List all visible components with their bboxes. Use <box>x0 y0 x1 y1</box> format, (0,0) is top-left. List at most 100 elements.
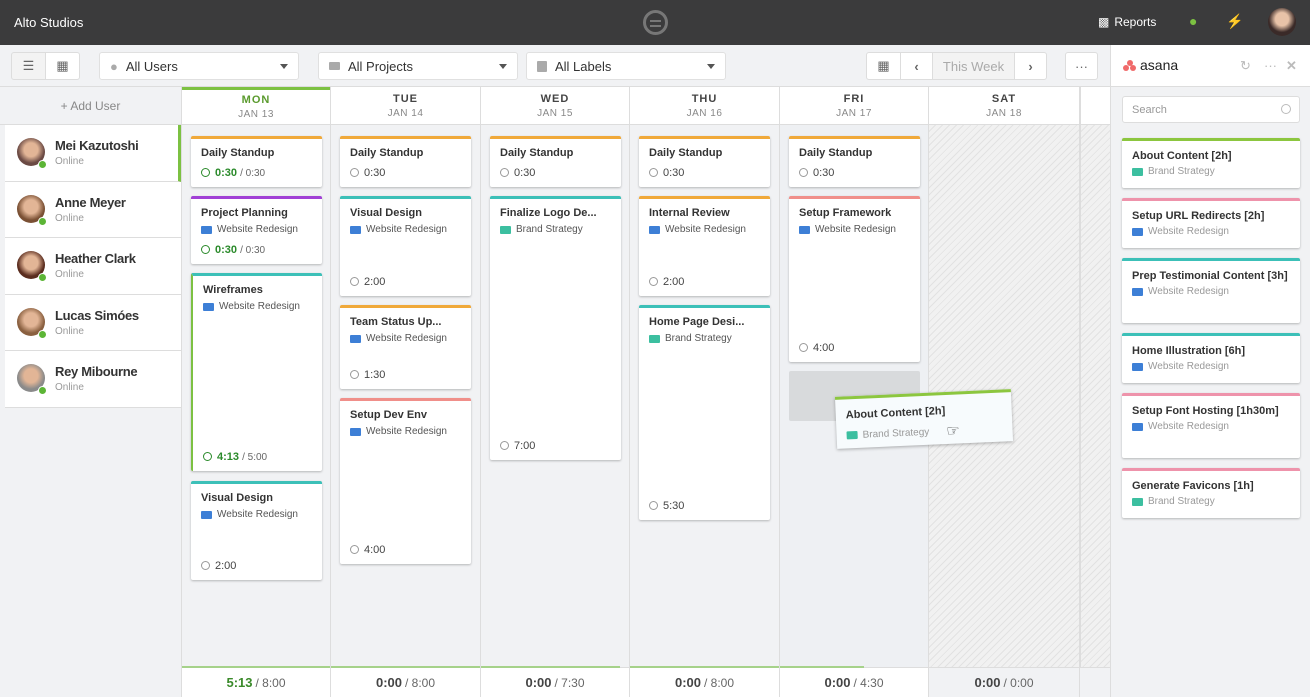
user-status: Online <box>55 325 84 337</box>
task-project: Brand Strategy <box>516 224 583 235</box>
clock-icon <box>350 168 359 177</box>
task-card[interactable]: Team Status Up... Website Redesign 1:30 <box>340 305 471 389</box>
day-date: JAN 18 <box>986 108 1022 119</box>
asana-task-card[interactable]: Generate Favicons [1h] Brand Strategy <box>1122 468 1300 518</box>
calendar-button[interactable]: ▦ <box>866 52 901 80</box>
prev-week-button[interactable]: ‹ <box>900 52 933 80</box>
sidebar-user[interactable]: Anne Meyer Online <box>5 181 181 238</box>
task-card[interactable]: Setup Framework Website Redesign 4:00 <box>789 196 920 362</box>
clock-icon <box>649 501 658 510</box>
user-name: Heather Clark <box>55 251 136 266</box>
grid-view-button[interactable]: ▦ <box>45 52 80 80</box>
day-date: JAN 13 <box>238 109 274 120</box>
day-column-tue: TUE JAN 14 Daily Standup 0:30 Visual Design… <box>331 87 481 697</box>
refresh-icon[interactable]: ↻ <box>1240 58 1251 74</box>
day-total: 0:00/ 4:30 <box>780 666 928 697</box>
task-duration: 0:30 <box>649 167 684 179</box>
user-icon[interactable]: ● <box>1189 13 1197 29</box>
asana-task-card[interactable]: Prep Testimonial Content [3h] Website Red… <box>1122 258 1300 323</box>
folder-icon <box>649 334 660 343</box>
logged-time: 0:00 <box>525 675 552 690</box>
workspace-title: Alto Studios <box>14 15 84 30</box>
task-card[interactable]: Internal Review Website Redesign 2:00 <box>639 196 770 296</box>
chevron-down-icon <box>499 64 507 73</box>
task-title: Wireframes <box>203 284 263 296</box>
sidebar-user[interactable]: Rey Mibourne Online <box>5 351 181 408</box>
task-card[interactable]: Visual Design Website Redesign 2:00 <box>340 196 471 296</box>
logged-time: 0:00 <box>674 675 701 690</box>
day-column-mon: MON JAN 13 Daily Standup 0:30 / 0:30 Projec… <box>182 87 331 697</box>
task-title: Daily Standup <box>500 147 574 159</box>
projects-filter[interactable]: All Projects <box>318 52 518 80</box>
task-title: Internal Review <box>649 207 730 219</box>
asana-task-card[interactable]: Setup Font Hosting [1h30m] Website Redesi… <box>1122 393 1300 458</box>
task-duration: 4:00 <box>350 544 385 556</box>
search-input[interactable]: Search <box>1122 96 1300 123</box>
capacity-time: 8:00 <box>411 675 436 690</box>
task-card[interactable]: Setup Dev Env Website Redesign 4:00 <box>340 398 471 564</box>
task-card[interactable]: Daily Standup 0:30 <box>789 136 920 187</box>
app-logo-icon[interactable] <box>643 10 668 35</box>
more-icon[interactable]: ··· <box>1264 58 1277 73</box>
capacity-bar <box>331 666 480 668</box>
more-button[interactable]: ··· <box>1065 52 1098 80</box>
task-card[interactable]: Home Page Desi... Brand Strategy 5:30 <box>639 305 770 520</box>
task-project: Website Redesign <box>217 224 298 235</box>
sidebar-user[interactable]: Lucas Simóes Online <box>5 294 181 351</box>
day-column-fri: FRI JAN 17 Daily Standup 0:30 Setup Framewo… <box>780 87 929 697</box>
users-filter[interactable]: ● All Users <box>99 52 299 80</box>
task-duration: 7:00 <box>500 440 535 452</box>
task-duration: 1:30 <box>350 369 385 381</box>
asana-task-card[interactable]: Setup URL Redirects [2h] Website Redesign <box>1122 198 1300 248</box>
user-name: Lucas Simóes <box>55 307 139 323</box>
logged-time: 0:00 <box>375 675 402 690</box>
task-card[interactable]: Finalize Logo De... Brand Strategy 7:00 <box>490 196 621 460</box>
task-card[interactable]: Project Planning Website Redesign 0:30 / 0… <box>191 196 322 264</box>
task-card[interactable]: Daily Standup 0:30 / 0:30 <box>191 136 322 187</box>
task-title: About Content [2h] <box>845 405 946 422</box>
asana-task-card[interactable]: Home Illustration [6h] Website Redesign <box>1122 333 1300 383</box>
footer-filler <box>1080 667 1110 697</box>
asana-task-card[interactable]: About Content [2h] Brand Strategy <box>1122 138 1300 188</box>
chevron-down-icon <box>707 64 715 73</box>
close-icon[interactable]: ✕ <box>1286 58 1297 74</box>
reports-icon: ▩ <box>1098 15 1110 29</box>
task-title: About Content [2h] <box>1132 150 1232 162</box>
task-duration: 0:30 <box>350 167 385 179</box>
day-total: 0:00/ 0:00 <box>929 667 1079 697</box>
task-project: Website Redesign <box>219 301 300 312</box>
folder-icon <box>1132 167 1143 176</box>
task-card[interactable]: Daily Standup 0:30 <box>490 136 621 187</box>
online-status-icon <box>38 160 47 169</box>
folder-icon <box>201 510 212 519</box>
this-week-button[interactable]: This Week <box>932 52 1015 80</box>
task-title: Finalize Logo De... <box>500 207 597 219</box>
next-week-button[interactable]: › <box>1014 52 1047 80</box>
task-title: Daily Standup <box>649 147 723 159</box>
users-filter-value: All Users <box>125 58 178 74</box>
task-card[interactable]: Wireframes Website Redesign 4:13 / 5:00 <box>191 273 322 471</box>
list-view-button[interactable]: ☰ <box>11 52 46 80</box>
day-header: MON JAN 13 <box>182 87 330 125</box>
sidebar-user[interactable]: Mei Kazutoshi Online <box>5 125 181 182</box>
online-status-icon <box>38 386 47 395</box>
dragging-task-card[interactable]: About Content [2h] Brand Strategy ☞ <box>834 389 1014 449</box>
add-user-button[interactable]: + Add User <box>0 87 181 125</box>
folder-icon <box>1132 287 1143 296</box>
task-duration: 2:00 <box>201 560 236 572</box>
task-card[interactable]: Daily Standup 0:30 <box>639 136 770 187</box>
task-title: Generate Favicons [1h] <box>1132 480 1254 492</box>
task-card[interactable]: Daily Standup 0:30 <box>340 136 471 187</box>
capacity-bar <box>780 666 865 668</box>
clock-icon <box>649 168 658 177</box>
task-project: Website Redesign <box>1148 226 1229 237</box>
task-project: Website Redesign <box>366 224 447 235</box>
folder-icon <box>329 62 340 70</box>
reports-button[interactable]: ▩ Reports <box>1098 15 1156 29</box>
labels-filter[interactable]: All Labels <box>526 52 726 80</box>
sidebar-user[interactable]: Heather Clark Online <box>5 238 181 295</box>
task-card[interactable]: Visual Design Website Redesign 2:00 <box>191 481 322 580</box>
profile-avatar[interactable] <box>1268 8 1296 36</box>
bolt-icon[interactable]: ⚡ <box>1226 13 1243 30</box>
label-icon <box>537 60 547 72</box>
